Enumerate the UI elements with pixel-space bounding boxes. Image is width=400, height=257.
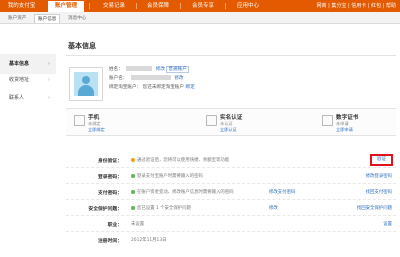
main-content: 基本信息 姓名： 修改 普通账户 账户名： 修改 绑定淘宝账户： 您还未绑定淘宝…: [62, 34, 400, 257]
verify-real-name-link[interactable]: 立即认证: [220, 127, 237, 133]
row-label: 身份验证：: [98, 159, 122, 164]
apply-certificate-link[interactable]: 立即申请: [336, 127, 353, 133]
sidebar: 基本信息 › 收货地址 › 联系人 ›: [0, 34, 56, 257]
verification-cards: 手机 未绑定 立即绑定 实名认证 未认证 立即认证 数字证书 未申请 立即申请: [66, 108, 396, 136]
security-row-login-password: 登录密码： 登录支付宝账户时需要输入的密码 修改登录密码: [66, 168, 396, 184]
security-row-registration-date: 注册时间： 2012年11月13日: [66, 232, 396, 248]
phone-icon: [74, 115, 85, 126]
nav-tab-member-exclusive[interactable]: 会员专享: [185, 0, 221, 12]
card-certificate: 数字证书 未申请 立即申请: [322, 113, 400, 133]
card-phone: 手机 未绑定 立即绑定: [74, 113, 174, 133]
nav-divider: [89, 3, 90, 9]
sidebar-item-shipping-address[interactable]: 收货地址 ›: [0, 70, 56, 90]
security-row-payment-password: 支付密码： 在账户资金变动、修改账户信息时需要输入的密码 修改支付密码 找回支付…: [66, 184, 396, 200]
subnav-tab-assets[interactable]: 账户资产: [8, 14, 26, 23]
masked-name: [126, 66, 153, 71]
certificate-icon: [322, 115, 333, 126]
nav-tab-account-management[interactable]: 账户管理: [48, 1, 84, 12]
user-avatar-icon: [74, 72, 98, 96]
top-right-links[interactable]: 网商 | 集分宝 | 信用卡 | 红包 | 帮助: [317, 0, 396, 12]
profile-taobao-row: 绑定淘宝账户： 您还未绑定淘宝账户 绑定: [109, 84, 195, 91]
profile-account-row: 账户名： 修改: [109, 75, 184, 82]
edit-name-link[interactable]: 修改: [156, 67, 165, 72]
row-label: 安全保护问题：: [88, 207, 122, 212]
row-label: 登录密码：: [98, 175, 122, 180]
card-title: 手机: [88, 115, 100, 121]
edit-account-link[interactable]: 修改: [174, 76, 183, 81]
row-description: 您已设置 1 个安全保护问题: [131, 205, 191, 211]
id-card-icon: [206, 115, 217, 126]
sidebar-item-contacts[interactable]: 联系人 ›: [0, 88, 56, 108]
subnav-tab-messages[interactable]: 消息中心: [68, 14, 86, 23]
sidebar-item-label: 联系人: [9, 95, 25, 101]
row-label: 注册时间：: [98, 239, 122, 244]
warning-icon: [131, 157, 135, 162]
row-description: 通过验证后，您将可以使用快捷、余额宝等功能: [131, 157, 229, 163]
row-description: 登录支付宝账户时需要输入的密码: [131, 173, 203, 179]
row-description: 未设置: [131, 222, 145, 227]
card-real-name: 实名认证 未认证 立即认证: [206, 113, 306, 133]
nav-divider: [136, 3, 137, 9]
set-occupation-link[interactable]: 设置: [383, 221, 392, 227]
recover-payment-password-link[interactable]: 找回支付密码: [366, 189, 392, 195]
masked-account: [130, 75, 171, 80]
profile-name-row: 姓名： 修改 普通账户: [109, 66, 189, 73]
row-label: 职业：: [107, 223, 122, 228]
divider: [66, 55, 396, 56]
security-row-identity: 身份验证： 通过验证后，您将可以使用快捷、余额宝等功能 验证: [66, 152, 396, 168]
avatar[interactable]: [69, 67, 103, 101]
bind-taobao-label: 绑定淘宝账户：: [109, 85, 142, 90]
page-title: 基本信息: [68, 42, 96, 50]
nav-divider: [180, 3, 181, 9]
sub-nav-bar: 账户资产 账户信息 消息中心: [0, 12, 400, 24]
account-label: 账户名：: [109, 76, 128, 81]
change-payment-password-link[interactable]: 修改支付密码: [269, 189, 295, 195]
row-label: 支付密码：: [98, 191, 122, 196]
bind-taobao-link[interactable]: 绑定: [185, 85, 194, 90]
row-description: 在账户资金变动、修改账户信息时需要输入的密码: [131, 189, 234, 195]
card-title: 数字证书: [336, 115, 359, 121]
chevron-right-icon: ›: [48, 77, 50, 83]
top-nav-bar: 我的支付宝 账户管理 交易记录 会员保障 会员专享 应用中心 网商 | 集分宝 …: [0, 0, 400, 12]
nav-tab-transactions[interactable]: 交易记录: [96, 0, 132, 12]
change-security-question-link[interactable]: 修改: [269, 205, 278, 211]
subnav-tab-account-info[interactable]: 账户信息: [34, 14, 61, 23]
card-title: 实名认证: [220, 115, 243, 121]
change-login-password-link[interactable]: 修改登录密码: [366, 173, 392, 179]
sidebar-item-label: 收货地址: [9, 77, 30, 83]
nav-tab-app-center[interactable]: 应用中心: [230, 0, 266, 12]
chevron-right-icon: ›: [48, 95, 50, 101]
check-icon: [131, 189, 135, 194]
name-label: 姓名：: [109, 67, 123, 72]
nav-divider: [225, 3, 226, 9]
check-icon: [131, 173, 135, 178]
account-type-badge: 普通账户: [166, 66, 189, 73]
security-row-occupation: 职业： 未设置 设置: [66, 216, 396, 232]
check-icon: [131, 205, 135, 210]
recover-security-question-link[interactable]: 找回安全保护问题: [357, 205, 392, 211]
nav-tab-my-alipay[interactable]: 我的支付宝: [3, 0, 40, 12]
verify-button[interactable]: 验证: [370, 154, 393, 166]
registration-date: 2012年11月13日: [131, 238, 167, 243]
sidebar-item-label: 基本信息: [9, 61, 30, 67]
bind-taobao-text: 您还未绑定淘宝账户: [142, 85, 184, 90]
security-row-security-question: 安全保护问题： 您已设置 1 个安全保护问题 修改 找回安全保护问题: [66, 200, 396, 216]
nav-tab-member-protection[interactable]: 会员保障: [140, 0, 176, 12]
bind-phone-link[interactable]: 立即绑定: [88, 127, 105, 133]
